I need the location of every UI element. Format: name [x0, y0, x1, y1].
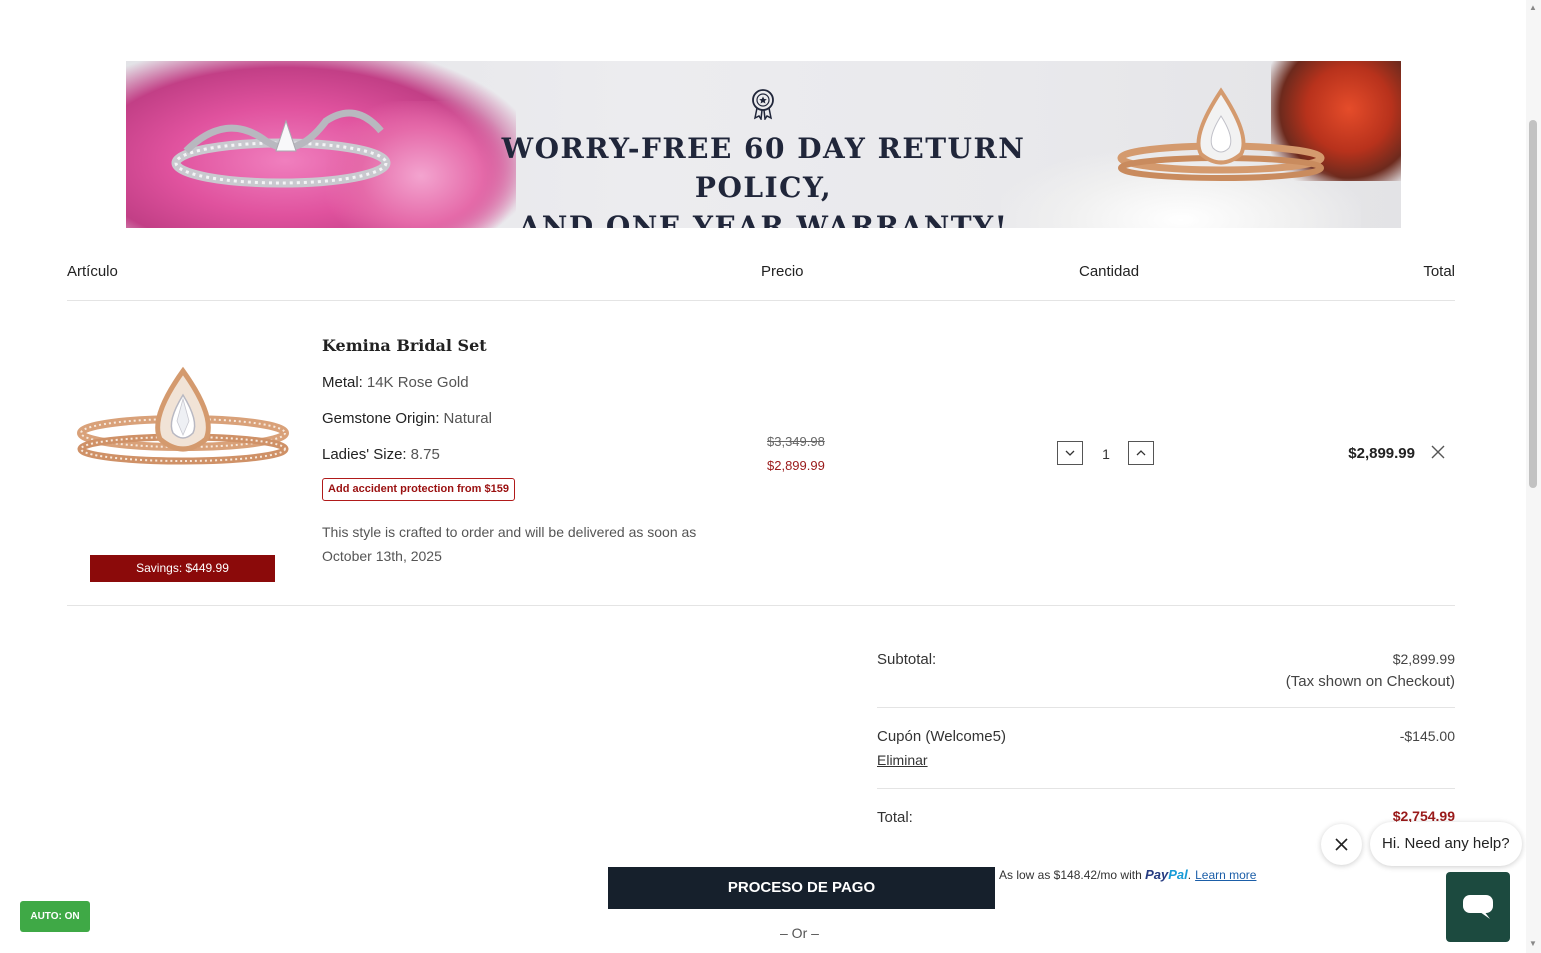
remove-coupon-link[interactable]: Eliminar [877, 752, 928, 768]
chat-icon [1463, 895, 1493, 919]
delivery-note: This style is crafted to order and will … [322, 524, 697, 564]
chevron-down-icon [1065, 450, 1075, 456]
scrollbar-thumb[interactable] [1529, 120, 1537, 488]
promo-banner[interactable]: WORRY-FREE 60 DAY RETURN POLICY, AND ONE… [126, 61, 1401, 228]
chat-launcher-button[interactable] [1446, 872, 1510, 942]
attribute-label: Gemstone Origin: [322, 410, 440, 427]
attribute-value: Natural [443, 410, 492, 427]
attribute-ladies-size: Ladies' Size: 8.75 [322, 446, 440, 463]
line-total: $2,899.99 [1348, 445, 1415, 462]
remove-item-button[interactable] [1431, 444, 1445, 462]
sale-price: $2,899.99 [767, 458, 825, 473]
banner-line-1: WORRY-FREE 60 DAY RETURN POLICY, [501, 132, 1026, 204]
chat-greeting[interactable]: Hi. Need any help? [1370, 822, 1522, 866]
coupon-value: -$145.00 [1399, 728, 1455, 744]
award-icon [752, 89, 774, 120]
original-price: $3,349.98 [767, 434, 825, 449]
divider [67, 300, 1455, 301]
column-header-price: Precio [761, 263, 804, 280]
column-header-total: Total [1423, 263, 1455, 280]
silver-ring-image [171, 109, 391, 188]
product-name[interactable]: Kemina Bridal Set [322, 336, 487, 355]
attribute-label: Ladies' Size: [322, 446, 407, 463]
close-icon [1335, 838, 1348, 851]
chat-dismiss-button[interactable] [1321, 824, 1362, 865]
subtotal-label: Subtotal: [877, 651, 937, 668]
tax-note: (Tax shown on Checkout) [1285, 673, 1455, 690]
or-separator: – Or – [780, 925, 819, 941]
scroll-up-icon[interactable]: ▲ [1529, 3, 1537, 12]
total-label: Total: [877, 809, 913, 826]
paypal-text: As low as $148.42/mo with [999, 868, 1142, 882]
paypal-logo: PayPal [1145, 867, 1188, 882]
attribute-value: 8.75 [410, 446, 440, 463]
divider [877, 788, 1455, 789]
paypal-logo-part-1: Pay [1145, 867, 1169, 882]
banner-line-2: AND ONE YEAR WARRANTY! [518, 210, 1009, 228]
quantity-value[interactable]: 1 [1098, 446, 1114, 462]
attribute-metal: Metal: 14K Rose Gold [322, 374, 469, 391]
paypal-learn-more-link[interactable]: Learn more [1195, 868, 1256, 882]
quantity-decrease-button[interactable] [1057, 441, 1083, 465]
column-header-item: Artículo [67, 263, 118, 280]
attribute-gemstone-origin: Gemstone Origin: Natural [322, 410, 492, 427]
coupon-label: Cupón (Welcome5) [877, 728, 1006, 745]
chevron-up-icon [1136, 450, 1146, 456]
auto-toggle-badge[interactable]: AUTO: ON [20, 901, 90, 932]
divider [67, 605, 1455, 606]
paypal-message: As low as $148.42/mo with PayPal. Learn m… [999, 867, 1257, 882]
attribute-label: Metal: [322, 374, 363, 391]
checkout-button[interactable]: PROCESO DE PAGO [608, 867, 995, 909]
product-image[interactable] [76, 365, 290, 475]
scroll-down-icon[interactable]: ▼ [1529, 939, 1537, 948]
attribute-value: 14K Rose Gold [366, 374, 469, 391]
subtotal-value: $2,899.99 [1392, 651, 1455, 667]
rose-gold-ring-image [1117, 87, 1325, 181]
accident-protection-button[interactable]: Add accident protection from $159 [322, 478, 515, 501]
paypal-logo-part-2: Pal [1168, 867, 1188, 882]
quantity-increase-button[interactable] [1128, 441, 1154, 465]
column-header-quantity: Cantidad [1079, 263, 1140, 280]
savings-badge: Savings: $449.99 [90, 555, 275, 582]
divider [877, 707, 1455, 708]
close-icon [1431, 445, 1445, 459]
banner-headline: WORRY-FREE 60 DAY RETURN POLICY, AND ONE… [466, 129, 1061, 228]
